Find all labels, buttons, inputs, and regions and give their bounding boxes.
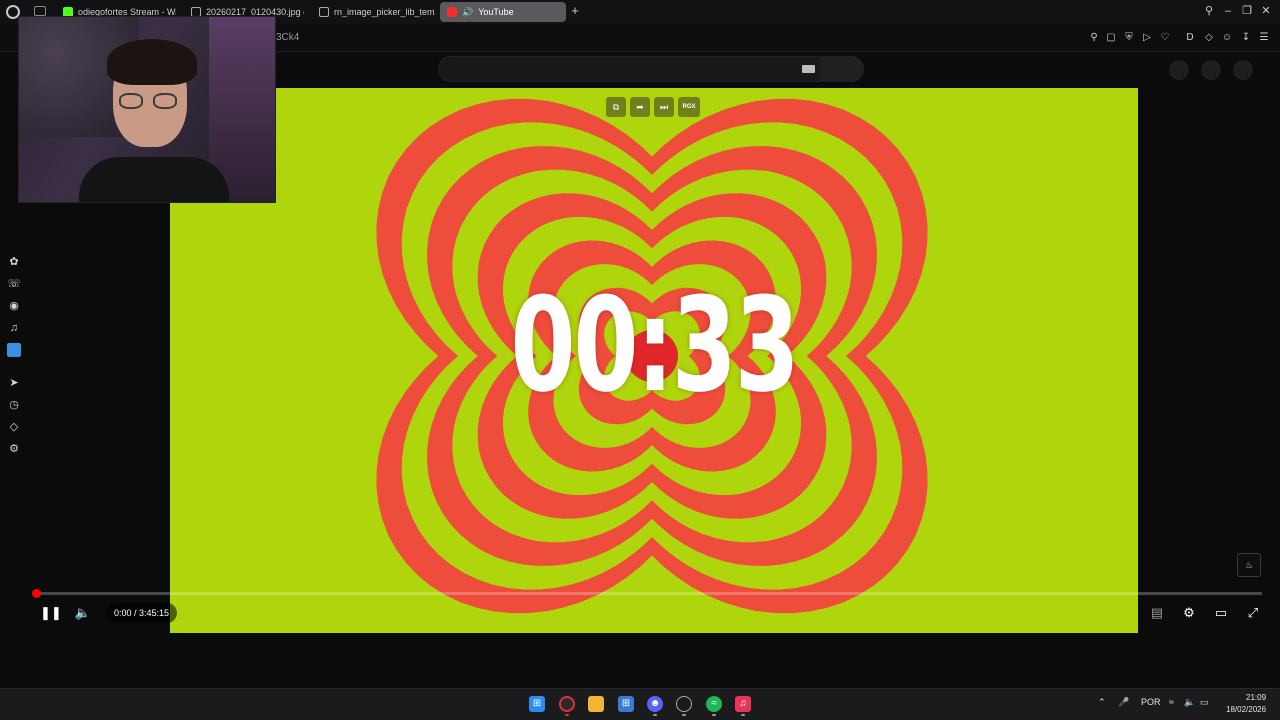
tab-label: rn_image_picker_lib_temp xyxy=(334,7,434,17)
taskbar xyxy=(0,688,1280,720)
clock-date[interactable]: 18/02/2026 xyxy=(1226,705,1266,714)
microphone-icon[interactable]: 🎤 xyxy=(1118,697,1129,708)
wifi-icon[interactable]: ≈ xyxy=(1169,697,1174,707)
play-icon[interactable]: ▷ xyxy=(1141,32,1153,44)
file-explorer-icon[interactable] xyxy=(588,696,604,712)
channel-watermark-icon[interactable]: ♨ xyxy=(1237,553,1261,577)
opera-icon[interactable] xyxy=(559,696,575,712)
menu-icon[interactable]: ☰ xyxy=(1258,32,1270,44)
running-indicator xyxy=(682,714,686,716)
store-icon[interactable]: ⊞ xyxy=(618,696,634,712)
history-icon[interactable]: ◷ xyxy=(7,398,21,412)
search-button[interactable] xyxy=(820,56,864,82)
progress-bar[interactable] xyxy=(36,592,1262,595)
countdown-timer: 00:33 xyxy=(510,269,799,421)
settings-icon[interactable]: ⚙ xyxy=(1180,604,1198,622)
whatsapp-icon[interactable]: ☏ xyxy=(7,277,21,291)
extensions-icon[interactable]: ◇ xyxy=(7,420,21,434)
time-display: 0:00 / 3:45:15 xyxy=(106,603,178,623)
address-bar[interactable]: 3Ck4 xyxy=(276,32,299,43)
instagram-icon[interactable]: ◉ xyxy=(7,299,21,313)
running-indicator xyxy=(712,714,716,716)
tab-rn-image-picker[interactable]: rn_image_picker_lib_temp xyxy=(312,2,434,22)
theater-mode-icon[interactable]: ▭ xyxy=(1212,604,1230,622)
new-tab-button[interactable]: + xyxy=(569,4,581,18)
screen: odiegofortes Stream - Wa 20260217_012043… xyxy=(0,0,1280,720)
pip-icon[interactable]: ➦ xyxy=(630,97,650,117)
search-icon[interactable]: ⚲ xyxy=(1202,4,1216,18)
scrubber-handle[interactable] xyxy=(32,589,41,598)
document-icon xyxy=(319,7,329,17)
youtube-icon xyxy=(447,7,457,17)
spotify-icon[interactable]: ≈ xyxy=(706,696,722,712)
shield-icon[interactable]: ⛨ xyxy=(1123,32,1135,44)
windows-start-icon[interactable]: ⊞ xyxy=(529,696,545,712)
rgx-button[interactable]: RGX xyxy=(678,97,700,117)
popout-icon[interactable]: ⧉ xyxy=(606,97,626,117)
restore-icon[interactable]: ❐ xyxy=(1240,4,1254,18)
tab-youtube[interactable]: 🔊 YouTube xyxy=(440,2,566,22)
notifications-icon[interactable] xyxy=(1201,60,1221,80)
extensions-icon[interactable]: ◇ xyxy=(1203,32,1215,44)
webcam-person xyxy=(107,39,197,85)
download-icon[interactable]: ↧ xyxy=(1240,32,1252,44)
running-indicator xyxy=(653,714,657,716)
chatgpt-icon[interactable]: ✿ xyxy=(7,255,21,269)
discord-icon[interactable]: ☻ xyxy=(647,696,663,712)
send-icon[interactable]: ➤ xyxy=(7,376,21,390)
snapshot-icon[interactable]: ▢ xyxy=(1105,32,1117,44)
skip-icon[interactable]: ⏭ xyxy=(654,97,674,117)
search-input[interactable] xyxy=(438,56,864,82)
fullscreen-icon[interactable]: ⤢ xyxy=(1244,604,1262,622)
minimize-icon[interactable]: – xyxy=(1221,4,1235,18)
webcam-overlay xyxy=(18,16,276,203)
close-icon[interactable]: ✕ xyxy=(1259,4,1273,18)
pause-icon[interactable]: ❚❚ xyxy=(40,604,62,622)
clock-time[interactable]: 21:09 xyxy=(1246,693,1266,702)
create-icon[interactable] xyxy=(1169,60,1189,80)
profile-icon[interactable]: ☺ xyxy=(1221,32,1233,44)
keyboard-icon[interactable] xyxy=(802,65,815,73)
pin-icon[interactable]: ⚲ xyxy=(1088,32,1100,44)
volume-icon[interactable]: 🔈 xyxy=(74,604,92,622)
tiktok-icon[interactable]: ♫ xyxy=(7,321,21,335)
heart-icon[interactable]: ♡ xyxy=(1159,32,1171,44)
running-indicator xyxy=(741,714,745,716)
avatar[interactable] xyxy=(1233,60,1253,80)
subtitles-icon[interactable]: ▤ xyxy=(1148,604,1166,622)
volume-icon[interactable]: 🔈 xyxy=(1184,697,1195,708)
tray-chevron-icon[interactable]: ⌃ xyxy=(1098,697,1106,708)
battery-icon[interactable]: ▭ xyxy=(1200,697,1209,708)
app-icon[interactable] xyxy=(7,343,21,357)
settings-icon[interactable]: ⚙ xyxy=(7,442,21,456)
glasses-icon xyxy=(153,93,177,109)
language-indicator[interactable]: POR xyxy=(1141,697,1161,707)
speaker-icon[interactable]: 🔊 xyxy=(462,7,473,18)
running-indicator xyxy=(565,714,569,716)
extension-d-icon[interactable]: D xyxy=(1184,32,1196,44)
tab-label: YouTube xyxy=(478,7,514,17)
webcam-person xyxy=(79,157,229,202)
workspaces-icon[interactable] xyxy=(34,6,46,16)
glasses-icon xyxy=(119,93,143,109)
obs-icon[interactable] xyxy=(676,696,692,712)
tiktok-icon[interactable]: ♫ xyxy=(735,696,751,712)
video-overlay-toolbar: ⧉ ➦ ⏭ RGX xyxy=(606,97,700,117)
